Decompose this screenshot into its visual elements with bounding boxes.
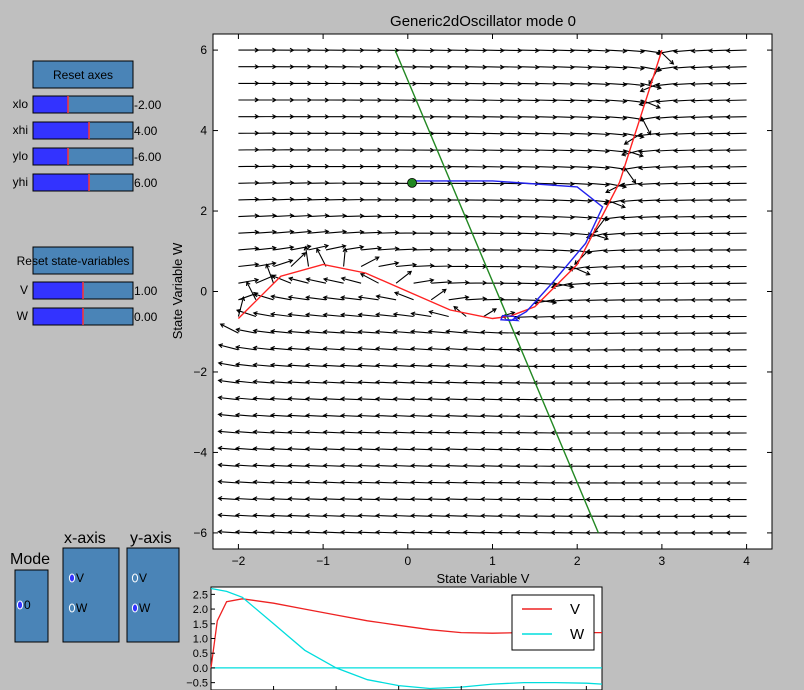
axis-sliders: xlo -2.00 xhi 4.00 ylo -6.00 yhi 6.00: [13, 95, 162, 192]
ts-y-tick-label: 1.0: [193, 634, 208, 646]
slider-label-xhi: xhi: [13, 123, 28, 137]
y-tick-label: 4: [200, 124, 207, 138]
x-tick-label: 0: [404, 554, 411, 568]
slider-label-V: V: [20, 283, 28, 297]
slider-fill-ylo: [33, 148, 68, 165]
timeseries-legend: VW: [511, 594, 595, 651]
state-sliders: V 1.00 W 0.00: [17, 281, 158, 326]
slider-fill-V: [33, 282, 83, 299]
y_axis-radio-W[interactable]: [131, 603, 139, 613]
x_axis-option-W: W: [76, 601, 88, 615]
reset-state-variables-label: Reset state-variables: [17, 254, 130, 268]
slider-fill-xlo: [33, 96, 68, 113]
ts-y-tick-label: −0.5: [186, 678, 208, 690]
slider-label-ylo: ylo: [13, 149, 29, 163]
legend-label-V: V: [570, 601, 580, 618]
mode-radio-0[interactable]: [16, 600, 24, 610]
y_axis-option-V: V: [139, 571, 147, 585]
slider-label-W: W: [17, 309, 29, 323]
ts-y-tick-label: 0.0: [193, 663, 208, 675]
mode-option-0: 0: [24, 598, 31, 612]
slider-value-xlo: -2.00: [134, 98, 162, 112]
x_axis-radio-V[interactable]: [68, 573, 76, 583]
y-tick-label: −6: [193, 526, 207, 540]
x-tick-label: 4: [743, 554, 750, 568]
slider-label-yhi: yhi: [13, 175, 28, 189]
legend-label-W: W: [570, 626, 585, 643]
x-tick-label: −1: [316, 554, 330, 568]
slider-label-xlo: xlo: [13, 97, 29, 111]
x-axis-label: State Variable V: [437, 571, 530, 586]
slider-fill-yhi: [33, 174, 89, 191]
y-axis-title: y-axis: [130, 530, 172, 547]
y-tick-label: −4: [193, 445, 207, 459]
oscillator-app: −2 −1 0 1 2 3 4 −6 −4 −2 0 2 4 6 Generic2dOscillator …: [10, 13, 773, 690]
x_axis-option-V: V: [76, 571, 84, 585]
ts-y-tick-label: 0.5: [193, 648, 208, 660]
y_axis-option-W: W: [139, 601, 151, 615]
reset-axes-label: Reset axes: [53, 68, 113, 82]
mode-title: Mode: [10, 551, 50, 568]
y-tick-label: 0: [200, 285, 207, 299]
slider-value-W: 0.00: [134, 310, 158, 324]
x-tick-label: 2: [574, 554, 581, 568]
y-tick-label: 2: [200, 204, 207, 218]
initial-state-point[interactable]: [407, 177, 417, 188]
chart-title: Generic2dOscillator mode 0: [390, 13, 576, 30]
ts-y-tick-label: 2.5: [193, 589, 208, 601]
x-tick-label: −2: [232, 554, 246, 568]
y-axis-radio-panel: [126, 547, 180, 643]
slider-fill-W: [33, 308, 83, 325]
x-tick-label: 3: [659, 554, 666, 568]
slider-value-yhi: 6.00: [134, 176, 158, 190]
x-axis-title: x-axis: [64, 530, 106, 547]
y-tick-label: −2: [193, 365, 207, 379]
slider-fill-xhi: [33, 122, 89, 139]
slider-value-ylo: -6.00: [134, 150, 162, 164]
y-tick-label: 6: [200, 43, 207, 57]
y-axis-label: State Variable W: [170, 242, 185, 339]
x-tick-label: 1: [489, 554, 496, 568]
x-axis-radio-panel: [62, 547, 120, 643]
phase-plane-area[interactable]: [212, 33, 773, 550]
slider-value-xhi: 4.00: [134, 124, 158, 138]
ts-y-tick-label: 1.5: [193, 619, 208, 631]
slider-value-V: 1.00: [134, 284, 158, 298]
ts-y-tick-label: 2.0: [193, 604, 208, 616]
